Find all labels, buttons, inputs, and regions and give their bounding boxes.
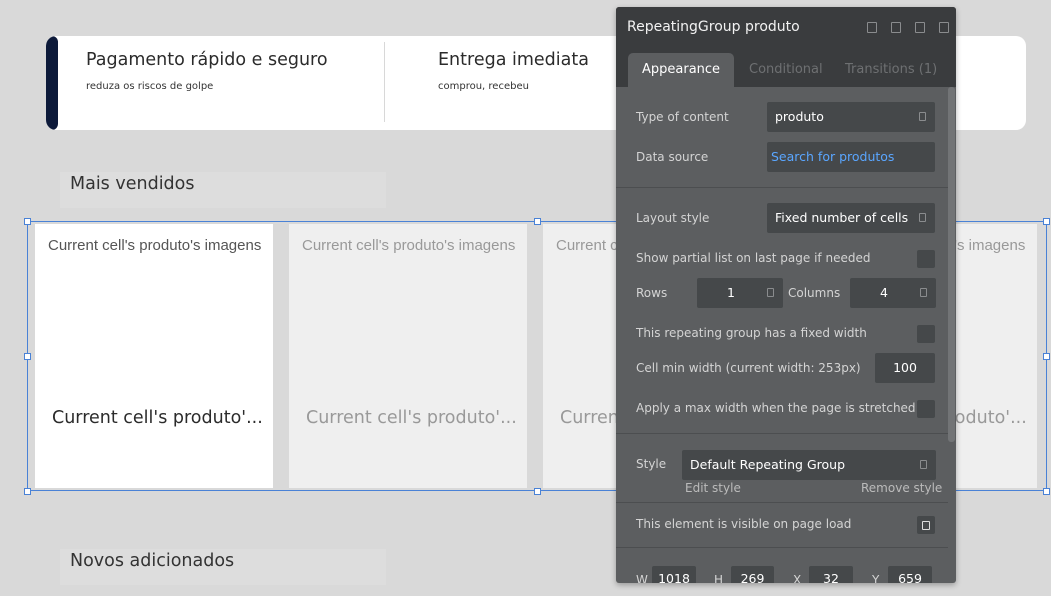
cell-min-width-label: Cell min width (current width: 253px) xyxy=(636,361,861,375)
close-icon[interactable] xyxy=(939,21,949,33)
property-editor-title: RepeatingGroup produto xyxy=(627,19,800,35)
feature-payment[interactable]: Pagamento rápido e seguro reduza os risc… xyxy=(86,50,328,92)
style-label: Style xyxy=(636,457,667,471)
resize-handle-left[interactable] xyxy=(24,353,31,360)
remove-style-link[interactable]: Remove style xyxy=(861,481,942,495)
type-of-content-dropdown[interactable]: produto xyxy=(767,102,935,132)
comment-icon[interactable] xyxy=(891,21,901,33)
divider xyxy=(616,547,948,548)
layout-style-value: Fixed number of cells xyxy=(775,210,909,225)
tab-appearance[interactable]: Appearance xyxy=(628,53,735,87)
cell-product-name: Current cell's produto'... xyxy=(52,408,263,428)
resize-handle-bottom-right[interactable] xyxy=(1043,488,1050,495)
y-input[interactable]: 659 xyxy=(888,566,932,583)
tab-conditional[interactable]: Conditional xyxy=(735,53,837,87)
rows-input[interactable]: 1 xyxy=(697,278,783,308)
columns-input[interactable]: 4 xyxy=(850,278,936,308)
rg-cell[interactable]: Current cell's produto's imagens Current… xyxy=(35,224,273,488)
visible-on-load-label: This element is visible on page load xyxy=(636,517,852,531)
divider xyxy=(616,502,948,503)
layout-style-dropdown[interactable]: Fixed number of cells xyxy=(767,203,935,233)
chevron-down-icon xyxy=(919,213,926,222)
style-value: Default Repeating Group xyxy=(690,457,846,472)
y-label: Y xyxy=(872,573,880,583)
banner-accent-bar xyxy=(46,36,58,130)
property-editor-header[interactable]: RepeatingGroup produto xyxy=(616,7,956,47)
property-editor-tabs: Appearance Conditional Transitions (1) xyxy=(616,47,956,87)
divider xyxy=(616,187,948,188)
property-editor-scrollbar[interactable] xyxy=(948,87,955,442)
cell-image-placeholder: Current cell's produto's imagens xyxy=(48,237,262,254)
feature-delivery[interactable]: Entrega imediata comprou, recebeu xyxy=(438,50,589,92)
chevron-down-icon xyxy=(920,460,927,469)
width-label: W xyxy=(636,573,648,583)
resize-handle-right[interactable] xyxy=(1043,353,1050,360)
x-input[interactable]: 32 xyxy=(809,566,853,583)
stepper-icon[interactable] xyxy=(920,288,927,297)
height-input[interactable]: 269 xyxy=(731,566,774,583)
show-partial-checkbox[interactable] xyxy=(917,250,935,268)
section-title-new-arrivals[interactable]: Novos adicionados xyxy=(60,549,386,585)
section-title-best-sellers[interactable]: Mais vendidos xyxy=(60,172,386,208)
cell-product-name: Current cell's produto'... xyxy=(306,408,517,428)
style-dropdown[interactable]: Default Repeating Group xyxy=(682,450,936,480)
max-width-checkbox[interactable] xyxy=(917,400,935,418)
cell-image-placeholder: Current cell's produto's imagens xyxy=(302,237,516,254)
feature-delivery-title: Entrega imediata xyxy=(438,50,589,70)
feature-delivery-subtitle: comprou, recebeu xyxy=(438,81,529,92)
max-width-label: Apply a max width when the page is stret… xyxy=(636,401,916,415)
width-input[interactable]: 1018 xyxy=(652,566,696,583)
visible-on-load-checkbox[interactable] xyxy=(917,516,935,534)
lock-icon[interactable] xyxy=(915,21,925,33)
help-icon[interactable] xyxy=(867,21,877,33)
resize-handle-bottom[interactable] xyxy=(534,488,541,495)
feature-divider xyxy=(384,42,385,122)
fixed-width-checkbox[interactable] xyxy=(917,325,935,343)
rg-cell: Current cell's produto's imagens Current… xyxy=(289,224,527,488)
property-editor[interactable]: RepeatingGroup produto Appearance Condit… xyxy=(616,7,956,583)
edit-style-link[interactable]: Edit style xyxy=(685,481,741,495)
rows-label: Rows xyxy=(636,286,668,300)
show-partial-label: Show partial list on last page if needed xyxy=(636,251,871,265)
stepper-icon[interactable] xyxy=(767,288,774,297)
resize-handle-bottom-left[interactable] xyxy=(24,488,31,495)
data-source-field[interactable]: Search for produtos xyxy=(767,142,935,172)
columns-value: 4 xyxy=(880,285,888,300)
x-label: X xyxy=(793,573,802,583)
resize-handle-top-right[interactable] xyxy=(1043,218,1050,225)
height-label: H xyxy=(714,573,724,583)
rows-value: 1 xyxy=(727,285,735,300)
divider xyxy=(616,433,948,434)
feature-payment-subtitle: reduza os riscos de golpe xyxy=(86,81,214,92)
cell-min-width-input[interactable]: 100 xyxy=(875,353,935,383)
chevron-down-icon xyxy=(919,112,926,121)
resize-handle-top[interactable] xyxy=(534,218,541,225)
layout-style-label: Layout style xyxy=(636,211,710,225)
columns-label: Columns xyxy=(788,286,841,300)
feature-payment-title: Pagamento rápido e seguro xyxy=(86,50,328,70)
property-editor-body: Type of content produto Data source Sear… xyxy=(616,87,956,583)
resize-handle-top-left[interactable] xyxy=(24,218,31,225)
tab-transitions[interactable]: Transitions (1) xyxy=(831,53,951,87)
fixed-width-label: This repeating group has a fixed width xyxy=(636,326,867,340)
type-of-content-value: produto xyxy=(775,109,824,124)
data-source-label: Data source xyxy=(636,150,709,164)
type-of-content-label: Type of content xyxy=(636,110,729,124)
